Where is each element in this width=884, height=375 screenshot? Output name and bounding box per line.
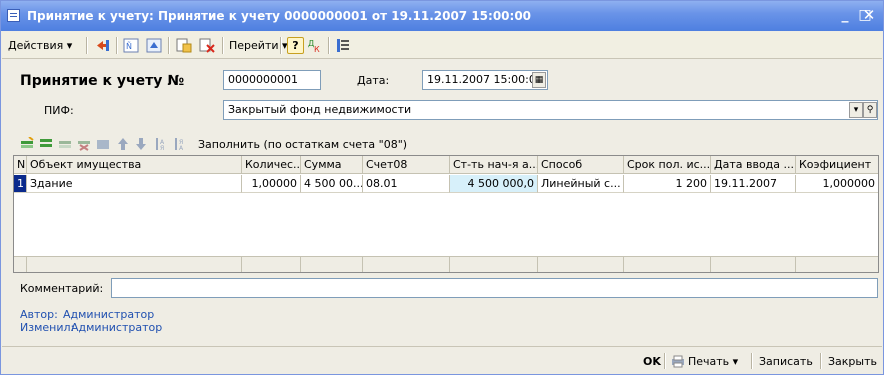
toolbar-separator: [168, 37, 169, 54]
arrow-left-icon[interactable]: [95, 38, 111, 53]
help-button[interactable]: ?: [287, 37, 304, 54]
table-footer: [14, 256, 878, 272]
footer-cell: [363, 257, 450, 272]
window-close-button[interactable]: ✕: [860, 6, 878, 24]
footer-cell: [242, 257, 301, 272]
table-cell-account08[interactable]: 08.01: [363, 175, 450, 193]
table-cell-object[interactable]: Здание: [27, 175, 242, 193]
toolbar-separator: [116, 37, 117, 54]
bottom-separator: [664, 353, 665, 369]
table-cell-date-in[interactable]: 19.11.2007: [711, 175, 796, 193]
fill-from-account-button[interactable]: Заполнить (по остаткам счета "08"): [198, 138, 407, 151]
footer-cell: [624, 257, 711, 272]
footer-cell: [538, 257, 624, 272]
footer-cell: [450, 257, 538, 272]
save-button[interactable]: Записать: [759, 352, 813, 371]
table-cell-useful-life[interactable]: 1 200: [624, 175, 711, 193]
assets-table[interactable]: N Объект имущества Количес... Сумма Счет…: [13, 155, 879, 273]
actions-menu-button[interactable]: Действия ▾: [8, 36, 72, 55]
dt-kt-colored-icon[interactable]: Д К: [308, 38, 324, 53]
date-label: Дата:: [357, 74, 390, 87]
column-header-quantity[interactable]: Количес...: [242, 156, 301, 174]
footer-cell: [711, 257, 796, 272]
calendar-icon[interactable]: ▦: [532, 72, 546, 88]
svg-text:Ñ: Ñ: [126, 41, 132, 51]
bottom-separator: [820, 353, 821, 369]
toolbar-separator: [222, 37, 223, 54]
pif-input[interactable]: Закрытый фонд недвижимости: [223, 100, 878, 120]
title-bar[interactable]: Принятие к учету: Принятие к учету 00000…: [1, 1, 883, 31]
document-form-icon[interactable]: [7, 9, 20, 22]
toolbar-separator: [280, 37, 281, 54]
pif-label: ПИФ:: [44, 104, 74, 117]
date-input[interactable]: 19.11.2007 15:00:0: [422, 70, 548, 90]
table-cell-quantity[interactable]: 1,00000: [242, 175, 301, 193]
print-menu-button[interactable]: Печать ▾: [688, 352, 738, 371]
copy-row-icon[interactable]: [39, 137, 53, 151]
toolbar: Действия ▾ Ñ Перейти ▾ ? Д К: [2, 32, 882, 59]
column-header-object[interactable]: Объект имущества: [27, 156, 242, 174]
svg-text:К: К: [314, 45, 320, 53]
edit-row-icon[interactable]: [58, 137, 72, 151]
sort-descending-icon[interactable]: ЯA: [173, 137, 187, 151]
column-header-n[interactable]: N: [14, 156, 27, 174]
svg-text:Я: Я: [160, 145, 164, 151]
changed-by-label: Изменил:: [20, 321, 75, 334]
column-header-account08[interactable]: Счет08: [363, 156, 450, 174]
footer-cell: [301, 257, 363, 272]
dropdown-arrow-icon[interactable]: ▾: [849, 102, 863, 118]
bottom-separator: [751, 353, 752, 369]
column-header-method[interactable]: Способ: [538, 156, 624, 174]
footer-cell: [14, 257, 27, 272]
minimize-button[interactable]: _: [837, 7, 853, 23]
toolbar-separator: [328, 37, 329, 54]
table-cell-sum[interactable]: 4 500 00...: [301, 175, 363, 193]
author-label: Автор:: [20, 308, 58, 321]
changed-by-value: Администратор: [71, 321, 163, 334]
document-window: Принятие к учету: Принятие к учету 00000…: [0, 0, 884, 375]
column-header-initial-cost[interactable]: Ст-ть нач-я а...: [450, 156, 538, 174]
column-header-useful-life[interactable]: Срок пол. ис...: [624, 156, 711, 174]
delete-doc-icon[interactable]: [199, 38, 215, 53]
ok-button[interactable]: OK: [643, 352, 661, 371]
move-up-icon[interactable]: [116, 137, 130, 151]
move-down-icon[interactable]: [134, 137, 148, 151]
column-header-sum[interactable]: Сумма: [301, 156, 363, 174]
copy-doc-icon[interactable]: [176, 38, 192, 53]
bottom-button-bar: OK Печать ▾ Записать Закрыть: [2, 346, 882, 374]
svg-text:A: A: [179, 145, 184, 151]
end-edit-icon[interactable]: [96, 137, 110, 151]
column-header-date-in[interactable]: Дата ввода ...: [711, 156, 796, 174]
refresh-icon[interactable]: [146, 38, 162, 53]
search-icon[interactable]: ⚲: [863, 102, 877, 118]
table-cell-coefficient[interactable]: 1,000000: [796, 175, 878, 193]
comment-input[interactable]: [111, 278, 878, 298]
add-row-icon[interactable]: [20, 137, 34, 151]
column-header-coefficient[interactable]: Коэфициент: [796, 156, 878, 174]
dt-kt-icon[interactable]: Ñ: [123, 38, 139, 53]
table-row-number[interactable]: 1: [14, 175, 27, 193]
author-value: Администратор: [63, 308, 155, 321]
doc-number-input[interactable]: 0000000001: [223, 70, 321, 90]
comment-label: Комментарий:: [20, 282, 104, 295]
structure-icon[interactable]: [335, 38, 351, 53]
doc-number-label: Принятие к учету №: [20, 73, 185, 89]
table-cell-method[interactable]: Линейный с...: [538, 175, 624, 193]
table-cell-initial-cost[interactable]: 4 500 000,0: [450, 175, 538, 193]
delete-row-icon[interactable]: [77, 137, 91, 151]
close-button[interactable]: Закрыть: [828, 352, 877, 371]
toolbar-separator: [86, 37, 87, 54]
goto-menu-button[interactable]: Перейти ▾: [229, 36, 288, 55]
window-title: Принятие к учету: Принятие к учету 00000…: [27, 9, 532, 23]
printer-icon[interactable]: [671, 355, 685, 368]
footer-cell: [27, 257, 242, 272]
sort-ascending-icon[interactable]: AЯ: [154, 137, 168, 151]
